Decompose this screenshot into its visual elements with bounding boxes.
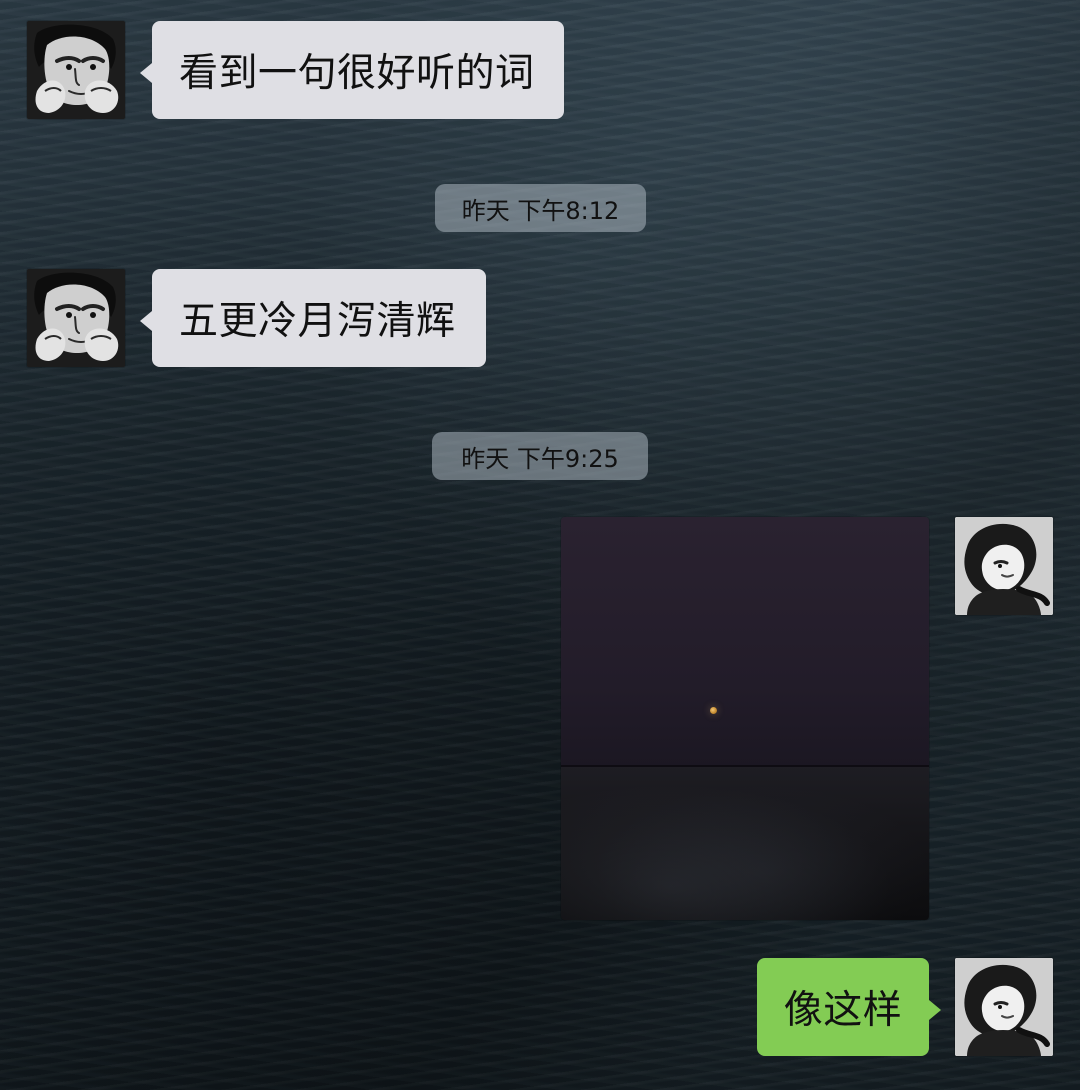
man-portrait-avatar-icon (27, 269, 125, 367)
woman-portrait-avatar-icon (955, 517, 1053, 615)
message-text: 五更冷月泻清辉 (179, 299, 456, 344)
message-bubble-outgoing[interactable]: 像这样 (757, 958, 941, 1056)
message-bubble-incoming[interactable]: 看到一句很好听的词 (140, 21, 564, 119)
sea (561, 767, 929, 920)
message-text: 看到一句很好听的词 (179, 51, 535, 96)
image-message[interactable] (561, 517, 929, 920)
timestamp-text: 昨天 下午8:12 (461, 196, 620, 225)
timestamp-badge: 昨天 下午9:25 (432, 432, 648, 480)
message-text: 像这样 (783, 988, 903, 1033)
message-bubble-incoming[interactable]: 五更冷月泻清辉 (140, 269, 486, 367)
contact-avatar[interactable] (27, 21, 125, 119)
self-avatar[interactable] (955, 958, 1053, 1056)
timestamp-badge: 昨天 下午8:12 (435, 184, 646, 232)
contact-avatar[interactable] (27, 269, 125, 367)
self-avatar[interactable] (955, 517, 1053, 615)
moon (710, 707, 717, 714)
woman-portrait-avatar-icon (955, 958, 1053, 1056)
man-portrait-avatar-icon (27, 21, 125, 119)
timestamp-text: 昨天 下午9:25 (461, 444, 619, 473)
